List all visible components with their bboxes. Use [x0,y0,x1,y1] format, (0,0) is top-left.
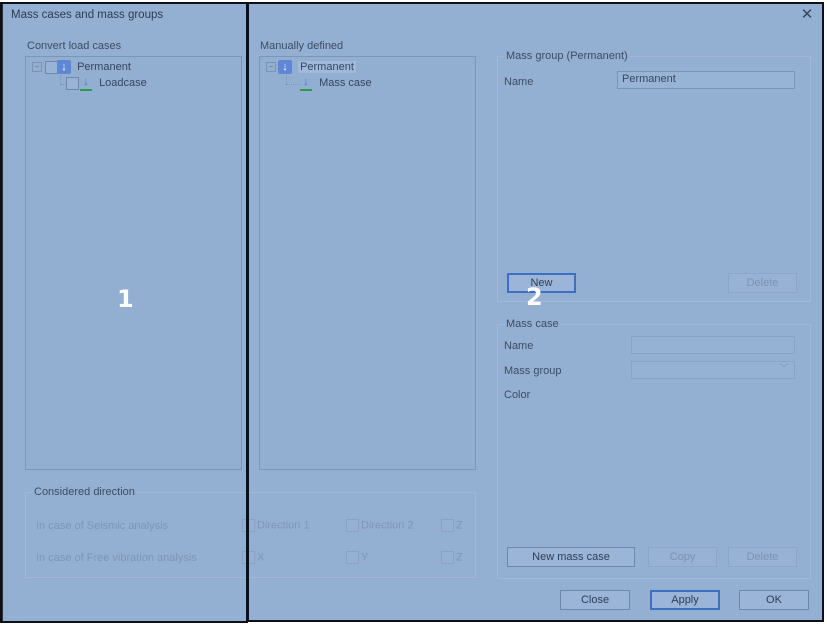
annotation-number-1: 1 [117,285,134,313]
annotation-number-2: 2 [526,283,543,311]
annotation-region-2 [247,2,824,622]
